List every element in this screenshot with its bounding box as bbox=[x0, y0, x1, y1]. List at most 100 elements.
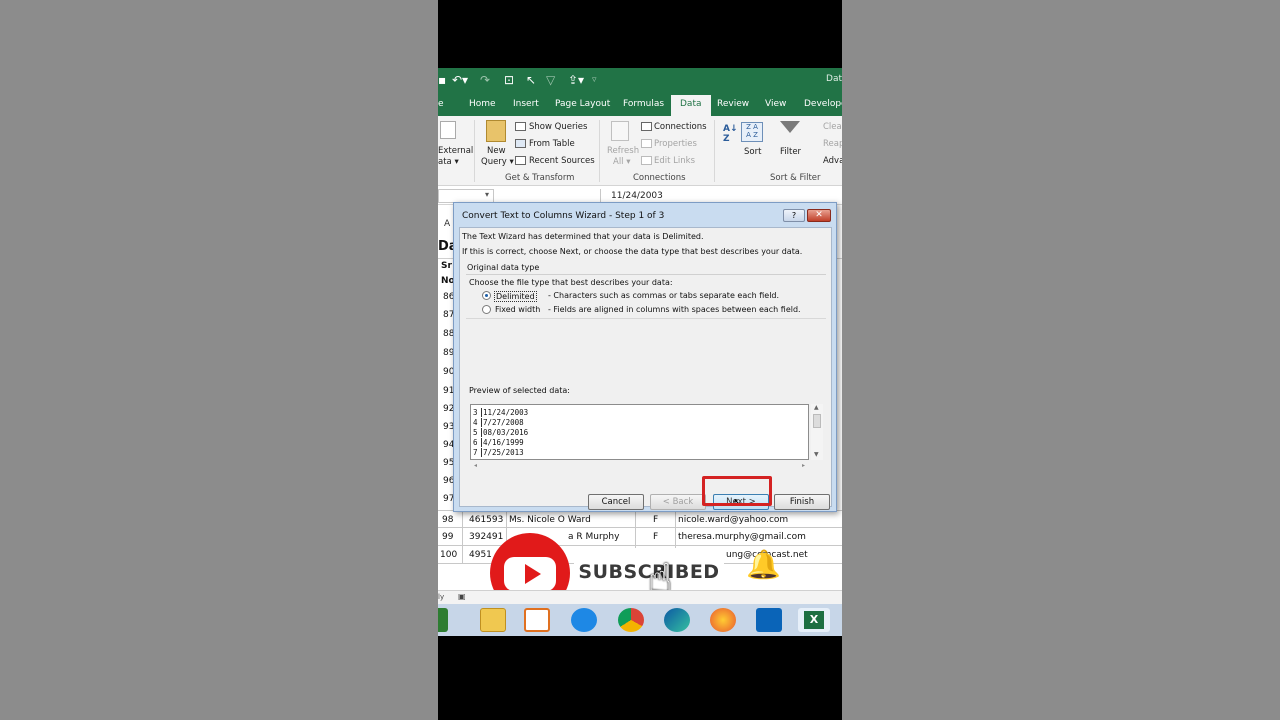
show-queries-button[interactable]: Show Queries bbox=[529, 122, 587, 132]
title-bar: ▪ ↶▾ ↷ ⊡ ↖ ▽ ⇪▾ ▿ Dat bbox=[438, 68, 842, 94]
close-button[interactable]: ✕ bbox=[807, 209, 831, 222]
row-email: theresa.murphy@gmail.com bbox=[678, 532, 806, 542]
table-row[interactable]: 98 461593 Ms. Nicole O Ward F nicole.war… bbox=[438, 510, 842, 528]
windows-taskbar: X bbox=[438, 604, 842, 636]
filter-button[interactable]: Filter bbox=[780, 147, 801, 157]
choose-file-type-label: Choose the file type that best describes… bbox=[469, 278, 673, 287]
reapply-button[interactable]: Reap bbox=[823, 139, 842, 149]
scroll-thumb[interactable] bbox=[813, 414, 821, 428]
scroll-up-icon[interactable]: ▲ bbox=[814, 404, 819, 411]
data-preview[interactable]: 3 11/24/2003 4 7/27/2008 5 08/03/2016 6 4/16… bbox=[470, 404, 809, 460]
tab-home[interactable]: Home bbox=[469, 99, 496, 109]
refresh-all-label-2[interactable]: All ▾ bbox=[613, 157, 631, 167]
scroll-left-icon[interactable]: ◂ bbox=[474, 462, 477, 469]
fixed-width-description: - Fields are aligned in columns with spa… bbox=[548, 305, 801, 314]
original-data-type-heading: Original data type bbox=[467, 263, 540, 272]
edge-icon[interactable] bbox=[664, 608, 690, 632]
preview-row-number: 6 bbox=[473, 438, 482, 447]
preview-row: 3 11/24/2003 bbox=[473, 408, 528, 417]
wizard-line-2: If this is correct, choose Next, or choo… bbox=[462, 247, 803, 256]
save-icon[interactable]: ▪ bbox=[438, 73, 446, 87]
redo-icon[interactable]: ↷ bbox=[480, 73, 490, 87]
preview-horizontal-scrollbar[interactable]: ◂ ▸ bbox=[470, 462, 809, 471]
edit-links-button[interactable]: Edit Links bbox=[654, 156, 695, 166]
row-gender: F bbox=[653, 515, 659, 525]
print-preview-icon[interactable]: ⊡ bbox=[504, 73, 514, 87]
filter-qat-icon[interactable]: ▽ bbox=[546, 73, 555, 87]
convert-text-wizard-dialog: Convert Text to Columns Wizard - Step 1 … bbox=[453, 202, 837, 512]
recent-sources-button[interactable]: Recent Sources bbox=[529, 156, 595, 166]
advanced-button[interactable]: Adva bbox=[823, 156, 842, 166]
scroll-right-icon[interactable]: ▸ bbox=[802, 462, 805, 469]
fixed-width-label[interactable]: Fixed width bbox=[495, 305, 540, 314]
scroll-down-icon[interactable]: ▼ bbox=[814, 451, 819, 458]
connections-button[interactable]: Connections bbox=[654, 122, 707, 132]
properties-icon bbox=[641, 139, 652, 148]
pointer-icon[interactable]: ↖ bbox=[526, 73, 536, 87]
preview-row-text: 08/03/2016 bbox=[483, 428, 529, 437]
refresh-all-label-1[interactable]: Refresh bbox=[607, 146, 639, 156]
formula-input[interactable]: 11/24/2003 bbox=[600, 189, 842, 203]
tab-formulas[interactable]: Formulas bbox=[623, 99, 664, 109]
sort-az-icon[interactable]: A↓ Z bbox=[723, 124, 738, 144]
properties-button[interactable]: Properties bbox=[654, 139, 697, 149]
preview-row: 5 08/03/2016 bbox=[473, 428, 528, 437]
delimited-radio[interactable] bbox=[482, 291, 491, 300]
tab-file[interactable]: e bbox=[438, 99, 444, 109]
tab-insert[interactable]: Insert bbox=[513, 99, 539, 109]
sort-button[interactable]: Sort bbox=[744, 147, 761, 157]
start-icon[interactable] bbox=[438, 608, 448, 632]
media-player-icon[interactable] bbox=[524, 608, 550, 632]
connections-group-label: Connections bbox=[633, 173, 686, 183]
undo-icon[interactable]: ↶▾ bbox=[452, 73, 468, 87]
preview-row-text: 7/25/2013 bbox=[483, 448, 524, 457]
tab-developer[interactable]: Developer bbox=[804, 99, 842, 109]
wizard-line-1: The Text Wizard has determined that your… bbox=[462, 232, 704, 241]
new-query-label-1[interactable]: New bbox=[487, 146, 506, 156]
customize-qat-icon[interactable]: ▿ bbox=[592, 75, 597, 85]
from-table-icon bbox=[515, 139, 526, 148]
edit-links-icon bbox=[641, 156, 652, 165]
recent-sources-icon bbox=[515, 156, 526, 165]
show-queries-icon bbox=[515, 122, 526, 131]
video-frame: ▪ ↶▾ ↷ ⊡ ↖ ▽ ⇪▾ ▿ Dat e Home Insert Page… bbox=[438, 0, 842, 720]
chrome-icon[interactable] bbox=[618, 608, 644, 632]
file-explorer-icon[interactable] bbox=[480, 608, 506, 632]
external-data-label-2[interactable]: ata ▾ bbox=[438, 157, 459, 167]
connections-icon bbox=[641, 122, 652, 131]
from-table-button[interactable]: From Table bbox=[529, 139, 575, 149]
new-query-label-2[interactable]: Query ▾ bbox=[481, 157, 514, 167]
external-data-label-1[interactable]: External bbox=[438, 146, 473, 156]
firefox-icon[interactable] bbox=[710, 608, 736, 632]
ribbon-separator bbox=[599, 120, 600, 182]
tab-view[interactable]: View bbox=[765, 99, 786, 109]
macro-record-icon[interactable]: ▣ bbox=[458, 592, 466, 601]
refresh-all-icon bbox=[611, 121, 629, 141]
formula-value: 11/24/2003 bbox=[611, 191, 663, 201]
name-box-dropdown-icon[interactable]: ▾ bbox=[485, 190, 489, 199]
ribbon-separator bbox=[714, 120, 715, 182]
excel-taskbar-button[interactable]: X bbox=[798, 608, 830, 632]
share-icon[interactable]: ⇪▾ bbox=[568, 73, 584, 87]
outlook-icon[interactable] bbox=[756, 608, 782, 632]
table-row[interactable]: 99 392491 a R Murphy F theresa.murphy@gm… bbox=[438, 528, 842, 546]
tab-data[interactable]: Data bbox=[671, 95, 711, 116]
tab-review[interactable]: Review bbox=[717, 99, 749, 109]
column-divider bbox=[462, 510, 463, 564]
header-sr[interactable]: Sr bbox=[441, 261, 452, 271]
clear-button[interactable]: Clear bbox=[823, 122, 842, 132]
column-header-a[interactable]: A bbox=[444, 219, 450, 229]
fixed-width-radio[interactable] bbox=[482, 305, 491, 314]
internet-explorer-icon[interactable] bbox=[571, 608, 597, 632]
help-button[interactable]: ? bbox=[783, 209, 805, 222]
cancel-button[interactable]: Cancel bbox=[588, 494, 644, 510]
back-button[interactable]: < Back bbox=[650, 494, 706, 510]
delimited-label[interactable]: Delimited bbox=[494, 291, 537, 302]
sort-filter-group-label: Sort & Filter bbox=[770, 173, 821, 183]
preview-vertical-scrollbar[interactable]: ▲ ▼ bbox=[811, 404, 823, 460]
youtube-play-icon bbox=[525, 564, 541, 584]
tab-page-layout[interactable]: Page Layout bbox=[555, 99, 610, 109]
section-divider bbox=[466, 318, 826, 319]
preview-row: 6 4/16/1999 bbox=[473, 438, 524, 447]
finish-button[interactable]: Finish bbox=[774, 494, 830, 510]
